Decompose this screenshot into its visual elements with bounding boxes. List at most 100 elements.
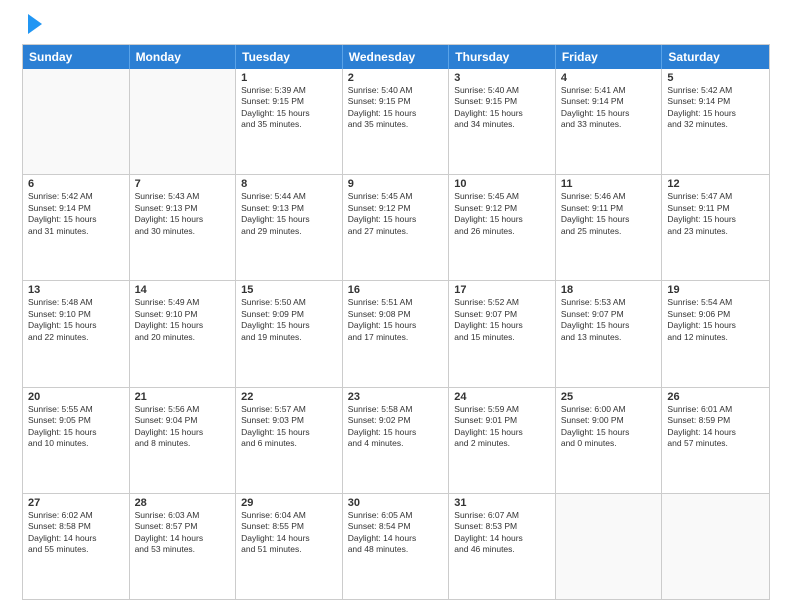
week-row-3: 13Sunrise: 5:48 AM Sunset: 9:10 PM Dayli… — [23, 281, 769, 387]
day-number: 28 — [135, 497, 231, 509]
day-number: 12 — [667, 178, 764, 190]
cell-details: Sunrise: 6:01 AM Sunset: 8:59 PM Dayligh… — [667, 404, 764, 450]
day-number: 11 — [561, 178, 657, 190]
calendar-header: SundayMondayTuesdayWednesdayThursdayFrid… — [23, 45, 769, 69]
calendar-cell: 4Sunrise: 5:41 AM Sunset: 9:14 PM Daylig… — [556, 69, 663, 174]
cell-details: Sunrise: 6:02 AM Sunset: 8:58 PM Dayligh… — [28, 510, 124, 556]
day-number: 5 — [667, 72, 764, 84]
calendar-cell: 11Sunrise: 5:46 AM Sunset: 9:11 PM Dayli… — [556, 175, 663, 280]
day-number: 22 — [241, 391, 337, 403]
cell-details: Sunrise: 5:45 AM Sunset: 9:12 PM Dayligh… — [348, 191, 444, 237]
calendar-cell: 1Sunrise: 5:39 AM Sunset: 9:15 PM Daylig… — [236, 69, 343, 174]
cell-details: Sunrise: 6:05 AM Sunset: 8:54 PM Dayligh… — [348, 510, 444, 556]
calendar-cell: 16Sunrise: 5:51 AM Sunset: 9:08 PM Dayli… — [343, 281, 450, 386]
cell-details: Sunrise: 5:42 AM Sunset: 9:14 PM Dayligh… — [28, 191, 124, 237]
calendar-cell: 17Sunrise: 5:52 AM Sunset: 9:07 PM Dayli… — [449, 281, 556, 386]
header-day-sunday: Sunday — [23, 45, 130, 69]
calendar: SundayMondayTuesdayWednesdayThursdayFrid… — [22, 44, 770, 600]
cell-details: Sunrise: 5:41 AM Sunset: 9:14 PM Dayligh… — [561, 85, 657, 131]
cell-details: Sunrise: 5:44 AM Sunset: 9:13 PM Dayligh… — [241, 191, 337, 237]
calendar-cell: 3Sunrise: 5:40 AM Sunset: 9:15 PM Daylig… — [449, 69, 556, 174]
week-row-2: 6Sunrise: 5:42 AM Sunset: 9:14 PM Daylig… — [23, 175, 769, 281]
calendar-cell: 12Sunrise: 5:47 AM Sunset: 9:11 PM Dayli… — [662, 175, 769, 280]
calendar-cell: 31Sunrise: 6:07 AM Sunset: 8:53 PM Dayli… — [449, 494, 556, 599]
cell-details: Sunrise: 5:45 AM Sunset: 9:12 PM Dayligh… — [454, 191, 550, 237]
calendar-cell: 28Sunrise: 6:03 AM Sunset: 8:57 PM Dayli… — [130, 494, 237, 599]
calendar-cell: 9Sunrise: 5:45 AM Sunset: 9:12 PM Daylig… — [343, 175, 450, 280]
header-day-saturday: Saturday — [662, 45, 769, 69]
week-row-4: 20Sunrise: 5:55 AM Sunset: 9:05 PM Dayli… — [23, 388, 769, 494]
calendar-cell: 5Sunrise: 5:42 AM Sunset: 9:14 PM Daylig… — [662, 69, 769, 174]
calendar-cell — [556, 494, 663, 599]
cell-details: Sunrise: 5:53 AM Sunset: 9:07 PM Dayligh… — [561, 297, 657, 343]
calendar-cell: 8Sunrise: 5:44 AM Sunset: 9:13 PM Daylig… — [236, 175, 343, 280]
cell-details: Sunrise: 5:52 AM Sunset: 9:07 PM Dayligh… — [454, 297, 550, 343]
cell-details: Sunrise: 5:40 AM Sunset: 9:15 PM Dayligh… — [454, 85, 550, 131]
day-number: 7 — [135, 178, 231, 190]
cell-details: Sunrise: 5:50 AM Sunset: 9:09 PM Dayligh… — [241, 297, 337, 343]
header-day-thursday: Thursday — [449, 45, 556, 69]
day-number: 26 — [667, 391, 764, 403]
day-number: 31 — [454, 497, 550, 509]
calendar-cell: 30Sunrise: 6:05 AM Sunset: 8:54 PM Dayli… — [343, 494, 450, 599]
cell-details: Sunrise: 5:40 AM Sunset: 9:15 PM Dayligh… — [348, 85, 444, 131]
cell-details: Sunrise: 6:00 AM Sunset: 9:00 PM Dayligh… — [561, 404, 657, 450]
cell-details: Sunrise: 5:46 AM Sunset: 9:11 PM Dayligh… — [561, 191, 657, 237]
calendar-cell: 6Sunrise: 5:42 AM Sunset: 9:14 PM Daylig… — [23, 175, 130, 280]
day-number: 23 — [348, 391, 444, 403]
cell-details: Sunrise: 5:58 AM Sunset: 9:02 PM Dayligh… — [348, 404, 444, 450]
cell-details: Sunrise: 6:07 AM Sunset: 8:53 PM Dayligh… — [454, 510, 550, 556]
calendar-cell: 26Sunrise: 6:01 AM Sunset: 8:59 PM Dayli… — [662, 388, 769, 493]
cell-details: Sunrise: 5:51 AM Sunset: 9:08 PM Dayligh… — [348, 297, 444, 343]
day-number: 19 — [667, 284, 764, 296]
day-number: 6 — [28, 178, 124, 190]
day-number: 27 — [28, 497, 124, 509]
cell-details: Sunrise: 5:47 AM Sunset: 9:11 PM Dayligh… — [667, 191, 764, 237]
day-number: 25 — [561, 391, 657, 403]
cell-details: Sunrise: 5:56 AM Sunset: 9:04 PM Dayligh… — [135, 404, 231, 450]
cell-details: Sunrise: 5:59 AM Sunset: 9:01 PM Dayligh… — [454, 404, 550, 450]
calendar-cell — [130, 69, 237, 174]
calendar-cell: 27Sunrise: 6:02 AM Sunset: 8:58 PM Dayli… — [23, 494, 130, 599]
header-day-monday: Monday — [130, 45, 237, 69]
calendar-cell — [662, 494, 769, 599]
day-number: 20 — [28, 391, 124, 403]
calendar-cell: 25Sunrise: 6:00 AM Sunset: 9:00 PM Dayli… — [556, 388, 663, 493]
logo-arrow-icon — [28, 14, 42, 34]
calendar-cell: 13Sunrise: 5:48 AM Sunset: 9:10 PM Dayli… — [23, 281, 130, 386]
day-number: 21 — [135, 391, 231, 403]
calendar-cell: 18Sunrise: 5:53 AM Sunset: 9:07 PM Dayli… — [556, 281, 663, 386]
calendar-cell: 22Sunrise: 5:57 AM Sunset: 9:03 PM Dayli… — [236, 388, 343, 493]
page: SundayMondayTuesdayWednesdayThursdayFrid… — [0, 0, 792, 612]
calendar-cell: 23Sunrise: 5:58 AM Sunset: 9:02 PM Dayli… — [343, 388, 450, 493]
calendar-cell — [23, 69, 130, 174]
day-number: 3 — [454, 72, 550, 84]
day-number: 1 — [241, 72, 337, 84]
day-number: 30 — [348, 497, 444, 509]
day-number: 15 — [241, 284, 337, 296]
logo — [22, 18, 42, 34]
day-number: 2 — [348, 72, 444, 84]
calendar-cell: 14Sunrise: 5:49 AM Sunset: 9:10 PM Dayli… — [130, 281, 237, 386]
calendar-cell: 21Sunrise: 5:56 AM Sunset: 9:04 PM Dayli… — [130, 388, 237, 493]
day-number: 16 — [348, 284, 444, 296]
cell-details: Sunrise: 5:39 AM Sunset: 9:15 PM Dayligh… — [241, 85, 337, 131]
cell-details: Sunrise: 5:42 AM Sunset: 9:14 PM Dayligh… — [667, 85, 764, 131]
day-number: 13 — [28, 284, 124, 296]
header-day-tuesday: Tuesday — [236, 45, 343, 69]
day-number: 9 — [348, 178, 444, 190]
calendar-cell: 19Sunrise: 5:54 AM Sunset: 9:06 PM Dayli… — [662, 281, 769, 386]
cell-details: Sunrise: 6:04 AM Sunset: 8:55 PM Dayligh… — [241, 510, 337, 556]
cell-details: Sunrise: 5:49 AM Sunset: 9:10 PM Dayligh… — [135, 297, 231, 343]
calendar-body: 1Sunrise: 5:39 AM Sunset: 9:15 PM Daylig… — [23, 69, 769, 599]
calendar-cell: 15Sunrise: 5:50 AM Sunset: 9:09 PM Dayli… — [236, 281, 343, 386]
calendar-cell: 7Sunrise: 5:43 AM Sunset: 9:13 PM Daylig… — [130, 175, 237, 280]
day-number: 29 — [241, 497, 337, 509]
day-number: 4 — [561, 72, 657, 84]
cell-details: Sunrise: 5:43 AM Sunset: 9:13 PM Dayligh… — [135, 191, 231, 237]
calendar-cell: 29Sunrise: 6:04 AM Sunset: 8:55 PM Dayli… — [236, 494, 343, 599]
day-number: 14 — [135, 284, 231, 296]
cell-details: Sunrise: 5:57 AM Sunset: 9:03 PM Dayligh… — [241, 404, 337, 450]
header-day-wednesday: Wednesday — [343, 45, 450, 69]
cell-details: Sunrise: 5:54 AM Sunset: 9:06 PM Dayligh… — [667, 297, 764, 343]
